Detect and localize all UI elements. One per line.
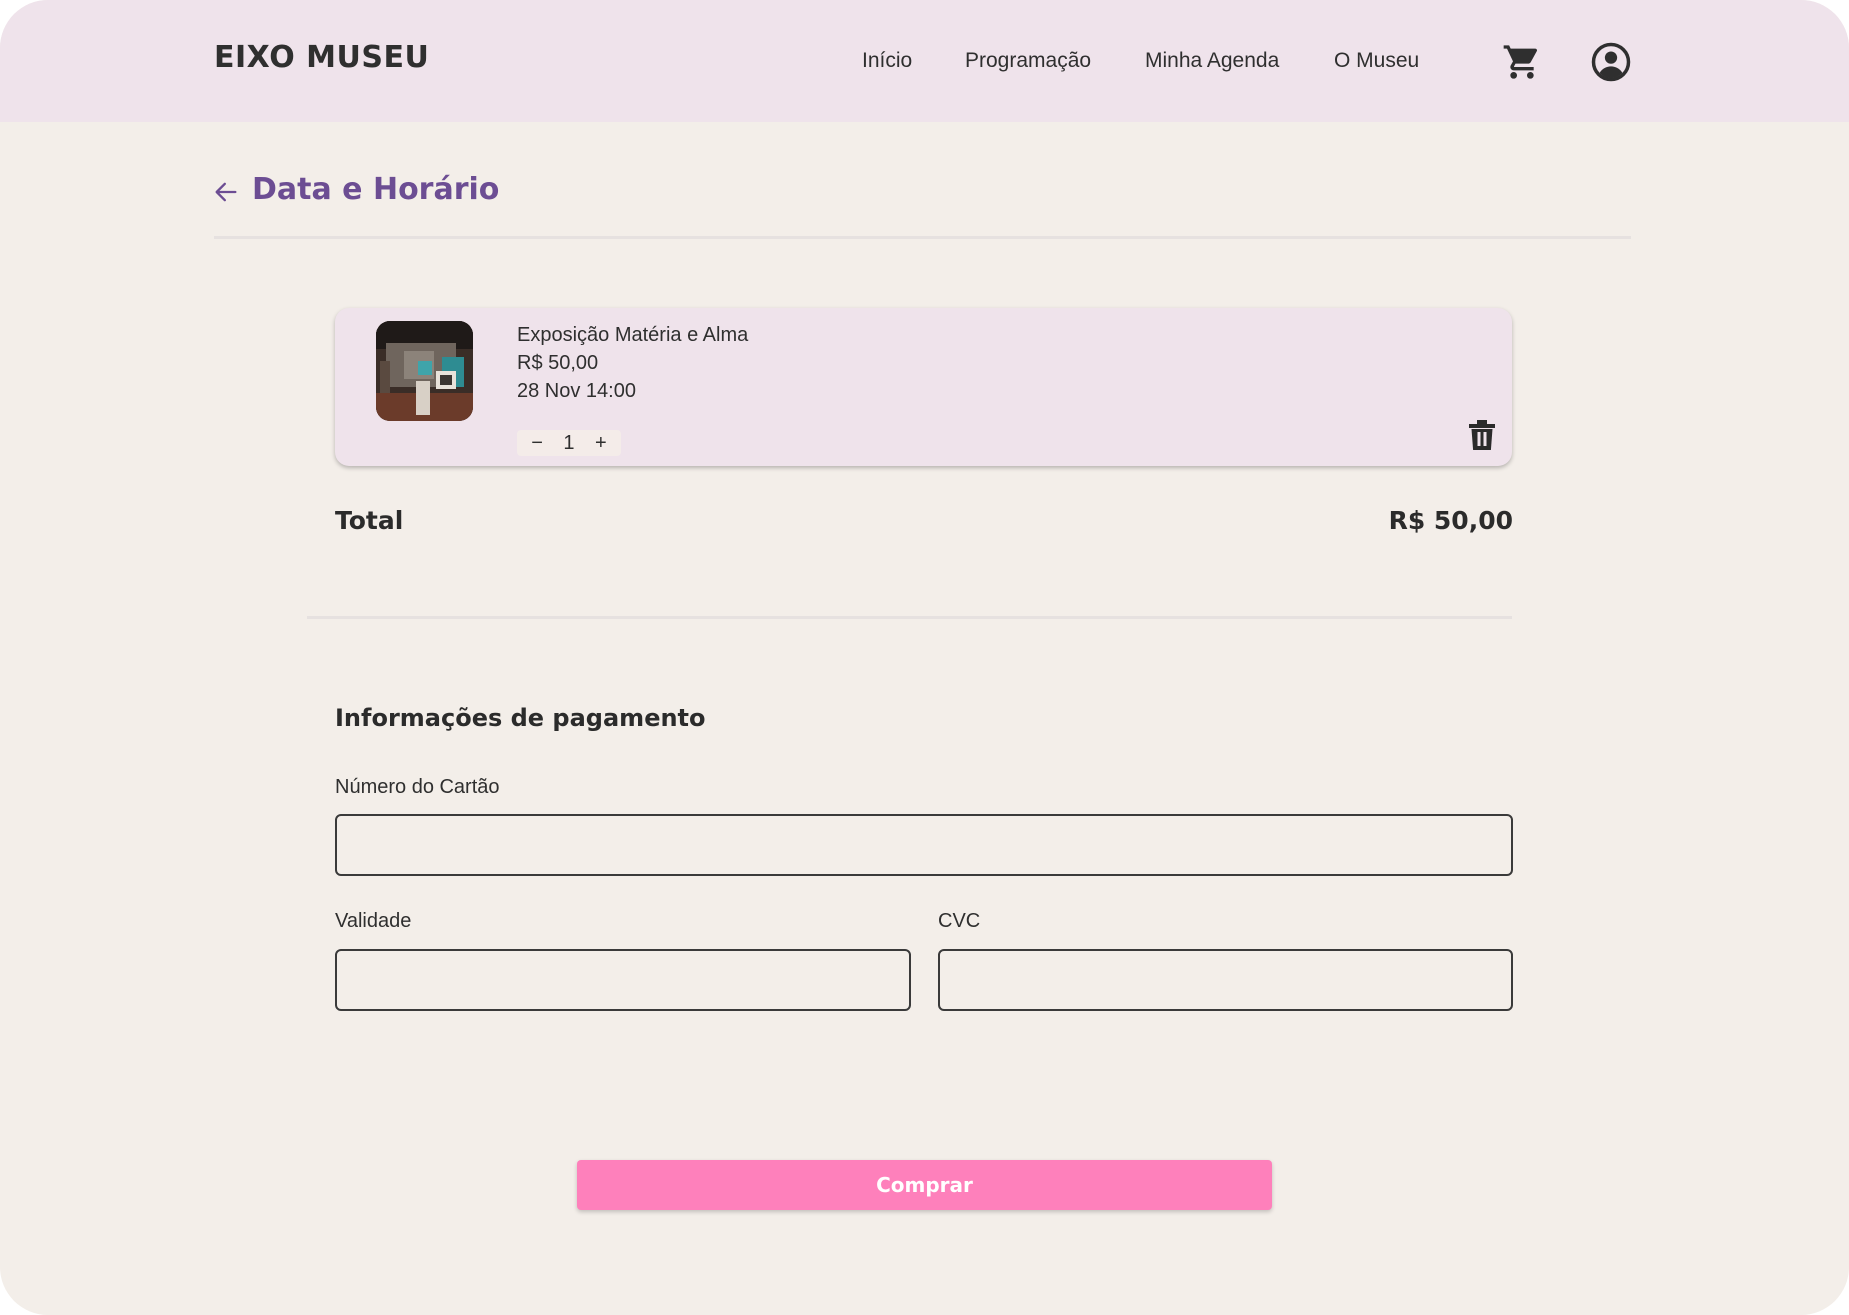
quantity-value: 1 bbox=[563, 431, 575, 454]
payment-section-title: Informações de pagamento bbox=[335, 704, 706, 732]
quantity-stepper: − 1 + bbox=[517, 430, 621, 456]
site-logo[interactable]: EIXO MUSEU bbox=[214, 40, 429, 75]
cvc-label: CVC bbox=[938, 910, 981, 932]
decrease-button[interactable]: − bbox=[523, 432, 551, 455]
cart-item-card: Exposição Matéria e Alma R$ 50,00 28 Nov… bbox=[335, 308, 1512, 466]
total-label: Total bbox=[335, 506, 404, 535]
item-name: Exposição Matéria e Alma bbox=[517, 324, 749, 346]
card-number-label: Número do Cartão bbox=[335, 776, 500, 798]
total-value: R$ 50,00 bbox=[1388, 506, 1513, 535]
divider bbox=[214, 236, 1631, 239]
increase-button[interactable]: + bbox=[587, 432, 615, 455]
exhibition-thumbnail bbox=[376, 321, 473, 421]
validity-label: Validade bbox=[335, 910, 412, 932]
cvc-field[interactable] bbox=[938, 949, 1513, 1011]
item-price: R$ 50,00 bbox=[517, 352, 599, 374]
validity-field[interactable] bbox=[335, 949, 911, 1011]
cart-icon bbox=[1503, 45, 1538, 79]
account-button[interactable] bbox=[1589, 40, 1633, 84]
arrow-left-icon[interactable] bbox=[212, 178, 240, 206]
card-number-field[interactable] bbox=[335, 814, 1513, 876]
item-datetime: 28 Nov 14:00 bbox=[517, 380, 636, 402]
nav-item-inicio[interactable]: Início bbox=[862, 49, 912, 73]
nav-item-minha-agenda[interactable]: Minha Agenda bbox=[1145, 49, 1279, 73]
page-title: Data e Horário bbox=[252, 172, 500, 207]
account-circle-icon bbox=[1591, 42, 1631, 82]
nav-item-programacao[interactable]: Programação bbox=[965, 49, 1091, 73]
top-header: EIXO MUSEU Início Programação Minha Agen… bbox=[0, 0, 1849, 122]
trash-icon[interactable] bbox=[1469, 420, 1495, 450]
cart-button[interactable] bbox=[1500, 40, 1544, 84]
buy-button[interactable]: Comprar bbox=[577, 1160, 1272, 1210]
divider bbox=[307, 616, 1512, 619]
nav-item-o-museu[interactable]: O Museu bbox=[1334, 49, 1419, 73]
page-frame: EIXO MUSEU Início Programação Minha Agen… bbox=[0, 0, 1849, 1315]
